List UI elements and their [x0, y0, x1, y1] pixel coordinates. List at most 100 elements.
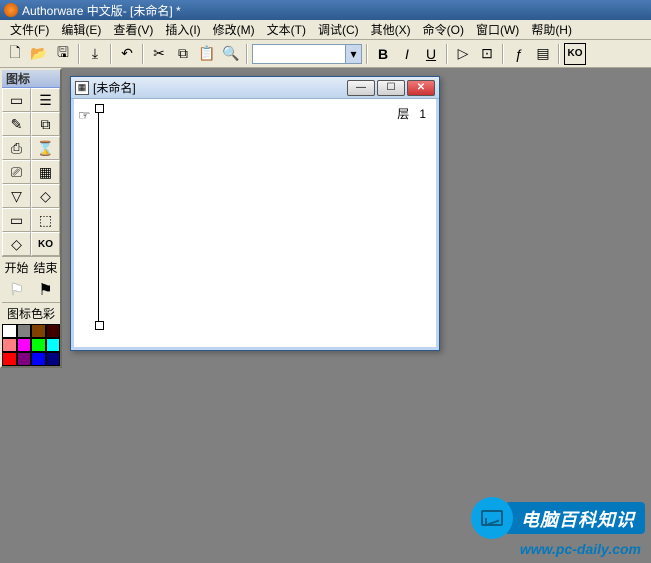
palette-label: 图标色彩	[2, 302, 60, 324]
import-button[interactable]: ⤓	[84, 43, 106, 65]
flowline-area[interactable]: ☞ 层 1	[71, 99, 439, 350]
flag-row: ⚑ ⚑	[2, 278, 60, 302]
menu-modify[interactable]: 修改(M)	[207, 19, 261, 40]
open-button[interactable]: 📂	[28, 43, 50, 65]
menu-window[interactable]: 窗口(W)	[470, 19, 525, 40]
separator	[78, 44, 80, 64]
color-swatch[interactable]	[2, 324, 17, 338]
style-combo[interactable]: ▾	[252, 44, 362, 64]
sound-icon[interactable]: ⬚	[31, 208, 60, 232]
layer-value: 1	[419, 107, 426, 121]
separator	[110, 44, 112, 64]
maximize-button[interactable]: ☐	[377, 80, 405, 96]
italic-button[interactable]: I	[396, 43, 418, 65]
ko-button[interactable]: KO	[564, 43, 586, 65]
color-swatch[interactable]	[46, 338, 61, 352]
tool-grid: ▭ ☰ ✎ ⧉ ⎙ ⌛ ⎚ ▦ ▽ ◇ ▭ ⬚ ◇ KO	[2, 88, 60, 256]
color-palette	[2, 324, 60, 366]
design-window-titlebar[interactable]: ▦ [未命名] — ☐ ✕	[71, 77, 439, 99]
watermark: 电脑百科知识 www.pc-daily.com	[471, 497, 645, 557]
undo-button[interactable]: ↶	[116, 43, 138, 65]
color-swatch[interactable]	[17, 338, 32, 352]
erase-icon[interactable]: ✎	[2, 112, 31, 136]
find-button[interactable]: 🔍	[220, 43, 242, 65]
watermark-badge: 电脑百科知识	[471, 497, 645, 539]
color-swatch[interactable]	[2, 352, 17, 366]
app-icon	[4, 3, 18, 17]
end-flag-icon[interactable]: ⚑	[38, 280, 52, 300]
toolbar: 🗋 📂 🖫 ⤓ ↶ ✂ ⧉ 📋 🔍 ▾ B I U ▷ ⊡ ƒ ▤ KO	[0, 40, 651, 68]
close-button[interactable]: ✕	[407, 80, 435, 96]
navigate-icon[interactable]: ▽	[2, 184, 31, 208]
color-swatch[interactable]	[46, 352, 61, 366]
paste-button[interactable]: 📋	[196, 43, 218, 65]
chevron-down-icon: ▾	[345, 45, 361, 63]
menu-insert[interactable]: 插入(I)	[159, 19, 206, 40]
motion-icon[interactable]: ☰	[31, 88, 60, 112]
menu-edit[interactable]: 编辑(E)	[55, 19, 107, 40]
ko-icon[interactable]: KO	[31, 232, 60, 256]
decision-icon[interactable]: ◇	[31, 184, 60, 208]
menu-help[interactable]: 帮助(H)	[525, 19, 578, 40]
color-swatch[interactable]	[2, 338, 17, 352]
color-swatch[interactable]	[31, 352, 46, 366]
document-icon: ▦	[75, 81, 89, 95]
color-swatch[interactable]	[31, 338, 46, 352]
start-flag-label: 开始	[4, 259, 28, 276]
digital-movie-icon[interactable]: ◇	[2, 232, 31, 256]
control-panel-button[interactable]: ⊡	[476, 43, 498, 65]
color-swatch[interactable]	[46, 324, 61, 338]
separator	[558, 44, 560, 64]
underline-button[interactable]: U	[420, 43, 442, 65]
separator	[142, 44, 144, 64]
separator	[446, 44, 448, 64]
movie-icon[interactable]: ⎚	[2, 160, 31, 184]
color-swatch[interactable]	[17, 324, 32, 338]
separator	[502, 44, 504, 64]
bold-button[interactable]: B	[372, 43, 394, 65]
app-titlebar: Authorware 中文版- [未命名] *	[0, 0, 651, 20]
watermark-url: www.pc-daily.com	[520, 541, 645, 557]
run-button[interactable]: ▷	[452, 43, 474, 65]
map-icon[interactable]: ▦	[31, 160, 60, 184]
color-swatch[interactable]	[31, 324, 46, 338]
menu-command[interactable]: 命令(O)	[417, 19, 470, 40]
watermark-text: 电脑百科知识	[505, 502, 645, 534]
icon-palette-panel: 图标 ▭ ☰ ✎ ⧉ ⎙ ⌛ ⎚ ▦ ▽ ◇ ▭ ⬚ ◇ KO 开始 结束 ⚑ …	[0, 68, 62, 368]
save-all-button[interactable]: 🖫	[52, 43, 74, 65]
layer-indicator: 层 1	[397, 105, 426, 122]
variables-button[interactable]: ▤	[532, 43, 554, 65]
calc-icon[interactable]: ⎙	[2, 136, 31, 160]
menu-debug[interactable]: 调试(C)	[312, 19, 365, 40]
menu-file[interactable]: 文件(F)	[4, 19, 55, 40]
new-button[interactable]: 🗋	[4, 43, 26, 65]
layer-label: 层	[397, 107, 409, 121]
cut-button[interactable]: ✂	[148, 43, 170, 65]
minimize-button[interactable]: —	[347, 80, 375, 96]
color-swatch[interactable]	[17, 352, 32, 366]
workspace: 图标 ▭ ☰ ✎ ⧉ ⎙ ⌛ ⎚ ▦ ▽ ◇ ▭ ⬚ ◇ KO 开始 结束 ⚑ …	[0, 68, 651, 563]
design-window-title: [未命名]	[93, 79, 347, 96]
wait-icon[interactable]: ⌛	[31, 136, 60, 160]
start-flag-icon[interactable]: ⚑	[9, 280, 23, 300]
flowline[interactable]	[98, 107, 99, 327]
paste-hand-icon[interactable]: ☞	[78, 107, 91, 124]
flag-labels: 开始 结束	[2, 256, 60, 278]
menu-text[interactable]: 文本(T)	[261, 19, 312, 40]
design-window: ▦ [未命名] — ☐ ✕ ☞ 层 1	[70, 76, 440, 351]
window-controls: — ☐ ✕	[347, 80, 435, 96]
functions-button[interactable]: ƒ	[508, 43, 530, 65]
framework-icon[interactable]: ▭	[2, 208, 31, 232]
copy-button[interactable]: ⧉	[172, 43, 194, 65]
separator	[246, 44, 248, 64]
menu-other[interactable]: 其他(X)	[365, 19, 417, 40]
menubar: 文件(F) 编辑(E) 查看(V) 插入(I) 修改(M) 文本(T) 调试(C…	[0, 20, 651, 40]
display-icon[interactable]: ▭	[2, 88, 31, 112]
end-flag-label: 结束	[33, 259, 57, 276]
icon-palette-title: 图标	[2, 70, 60, 88]
separator	[366, 44, 368, 64]
menu-view[interactable]: 查看(V)	[107, 19, 159, 40]
watermark-logo-icon	[471, 497, 513, 539]
interaction-icon[interactable]: ⧉	[31, 112, 60, 136]
app-title: Authorware 中文版- [未命名] *	[22, 2, 647, 19]
